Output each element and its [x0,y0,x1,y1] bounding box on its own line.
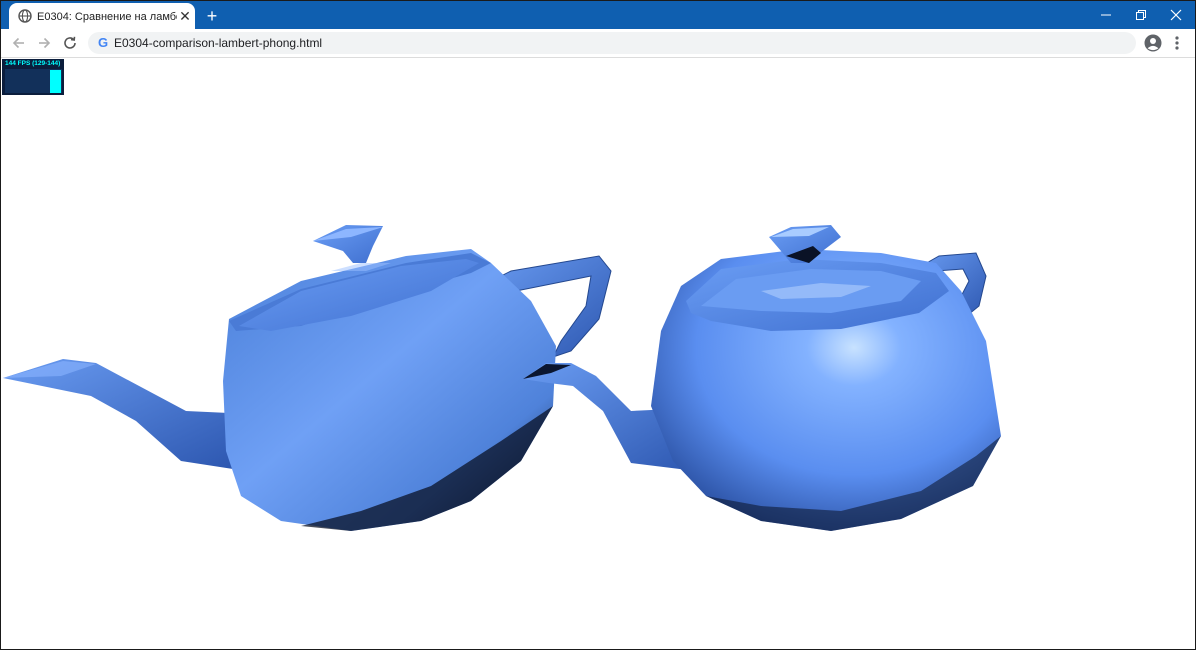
account-icon [1144,34,1162,52]
url-input[interactable] [114,34,1114,52]
new-tab-button[interactable]: + [201,5,223,27]
address-bar[interactable]: G [88,32,1136,54]
fps-graph [5,69,62,93]
fps-stats-panel: 144 FPS (129-144) [2,59,64,95]
close-icon [1170,9,1182,21]
fps-bar [50,70,61,93]
tab-close-icon[interactable]: ✕ [177,8,193,24]
google-icon: G [97,35,109,50]
kebab-menu-icon [1175,36,1179,50]
fps-label: 144 FPS (129-144) [5,60,61,67]
tab-title: E0304: Сравнение на ламберто [37,11,177,23]
back-button[interactable] [11,35,27,51]
minimize-button[interactable] [1088,1,1124,29]
arrow-right-icon [39,37,51,49]
browser-toolbar: G [1,29,1195,58]
globe-icon [18,9,32,23]
teapot-scene [3,225,1001,531]
profile-button[interactable] [1144,34,1162,52]
minimize-icon [1101,14,1111,16]
menu-button[interactable] [1171,34,1183,52]
close-window-button[interactable] [1158,1,1194,29]
browser-tab[interactable]: E0304: Сравнение на ламберто ✕ [9,3,195,29]
tab-strip: E0304: Сравнение на ламберто ✕ + [1,1,1195,29]
browser-window: E0304: Сравнение на ламберто ✕ + [0,0,1196,650]
teapot-lambert [3,225,612,531]
restore-button[interactable] [1123,1,1159,29]
forward-button[interactable] [36,35,52,51]
arrow-left-icon [12,37,24,49]
reload-button[interactable] [62,35,78,51]
restore-icon [1136,10,1146,20]
webgl-canvas[interactable]: 144 FPS (129-144) [1,58,1195,649]
reload-icon [64,36,76,49]
